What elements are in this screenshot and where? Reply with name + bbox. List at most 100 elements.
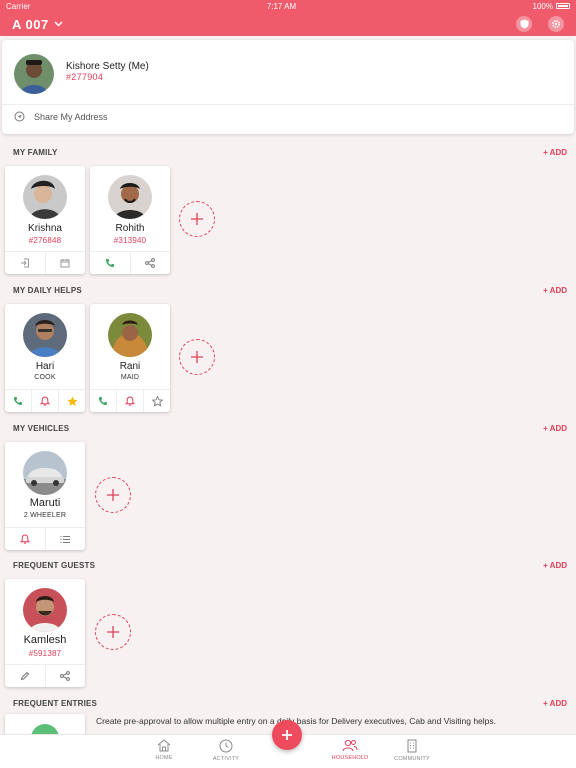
tab-label: COMMUNITY <box>394 756 430 762</box>
call-action[interactable] <box>90 390 116 412</box>
battery-label: 100% <box>532 1 553 11</box>
flat-selector[interactable]: A 007 <box>12 17 63 32</box>
call-action[interactable] <box>5 390 31 412</box>
divider <box>2 104 574 105</box>
family-member-photo <box>108 175 152 219</box>
calendar-action[interactable] <box>44 252 86 274</box>
tab-activity[interactable]: ACTIVITY <box>196 739 256 762</box>
vehicles-section-title: MY VEHICLES <box>13 424 70 433</box>
tab-community[interactable]: COMMUNITY <box>382 739 442 762</box>
navigate-icon <box>14 111 25 122</box>
plus-icon <box>282 730 292 740</box>
tab-label: HOME <box>155 755 173 761</box>
family-member-photo <box>23 175 67 219</box>
family-section-title: MY FAMILY <box>13 148 58 157</box>
bell-icon <box>40 396 50 406</box>
exit-action[interactable] <box>5 252 45 274</box>
daily-help-photo <box>108 313 152 357</box>
add-family-button[interactable]: + ADD <box>543 148 567 157</box>
family-member-card[interactable]: Krishna #276848 <box>5 166 85 274</box>
pencil-icon <box>20 671 29 681</box>
status-bar: Carrier 7:17 AM 100% <box>0 0 576 12</box>
add-daily-help-circle-button[interactable] <box>179 339 215 375</box>
guest-code: #591387 <box>28 649 62 658</box>
profile-card[interactable]: Kishore Setty (Me) #277904 Share My Addr… <box>2 40 574 134</box>
call-action[interactable] <box>90 252 130 274</box>
plus-icon <box>107 626 119 638</box>
phone-icon <box>99 397 107 405</box>
avatar <box>14 54 54 94</box>
bell-icon <box>125 396 135 406</box>
daily-help-photo <box>23 313 67 357</box>
clock-icon <box>219 739 233 753</box>
share-address-button[interactable]: Share My Address <box>14 111 108 122</box>
vehicle-card[interactable]: Maruti 2 WHEELER <box>5 442 85 550</box>
favorite-action[interactable] <box>58 390 85 412</box>
add-vehicle-button[interactable]: + ADD <box>543 424 567 433</box>
notify-action[interactable] <box>31 390 58 412</box>
help-role: COOK <box>34 374 56 381</box>
people-icon <box>342 739 358 752</box>
tab-label: HOUSEHOLD <box>331 755 369 761</box>
vehicle-name: Maruti <box>29 497 61 509</box>
exit-icon <box>20 258 29 268</box>
daily-help-card[interactable]: Rani MAID <box>90 304 170 412</box>
share-icon <box>60 671 71 681</box>
notify-action[interactable] <box>5 528 45 550</box>
share-icon <box>145 258 156 268</box>
star-filled-icon <box>67 396 77 406</box>
star-outline-icon <box>151 395 163 407</box>
add-entry-button[interactable]: + ADD <box>543 699 567 708</box>
time-label: 7:17 AM <box>266 1 297 11</box>
gear-icon <box>551 19 561 29</box>
battery-indicator: 100% <box>533 2 570 11</box>
add-guest-circle-button[interactable] <box>95 614 131 650</box>
favorite-action[interactable] <box>143 390 170 412</box>
vehicle-type: 2 WHEELER <box>23 512 67 519</box>
family-member-card[interactable]: Rohith #313940 <box>90 166 170 274</box>
home-icon <box>157 739 171 752</box>
chevron-down-icon <box>54 21 63 27</box>
building-icon <box>407 739 417 753</box>
member-name: Krishna <box>28 223 62 234</box>
list-icon <box>60 535 70 543</box>
bell-icon <box>19 534 30 544</box>
notify-action[interactable] <box>116 390 143 412</box>
guest-card[interactable]: Kamlesh #591387 <box>5 579 85 687</box>
tab-home[interactable]: HOME <box>134 739 194 761</box>
guest-name: Kamlesh <box>23 634 67 646</box>
guests-section-title: FREQUENT GUESTS <box>13 561 96 570</box>
profile-code: #277904 <box>66 72 104 82</box>
share-action[interactable] <box>129 252 171 274</box>
card-actions <box>5 389 85 412</box>
add-family-member-button[interactable] <box>179 201 215 237</box>
security-alert-button[interactable] <box>516 16 532 32</box>
card-actions <box>5 251 85 274</box>
edit-action[interactable] <box>5 665 45 687</box>
settings-button[interactable] <box>548 16 564 32</box>
plus-icon <box>107 489 119 501</box>
plus-icon <box>191 351 203 363</box>
add-daily-help-button[interactable]: + ADD <box>543 286 567 295</box>
daily-help-card[interactable]: Hari COOK <box>5 304 85 412</box>
daily-helps-section-title: MY DAILY HELPS <box>13 286 82 295</box>
vehicle-photo <box>23 451 67 495</box>
plus-icon <box>191 213 203 225</box>
share-address-label: Share My Address <box>34 111 108 122</box>
battery-icon <box>556 3 570 9</box>
add-guest-button[interactable]: + ADD <box>543 561 567 570</box>
member-code: #276848 <box>28 236 62 245</box>
share-action[interactable] <box>44 665 86 687</box>
shield-icon <box>520 19 528 29</box>
add-vehicle-circle-button[interactable] <box>95 477 131 513</box>
details-action[interactable] <box>44 528 86 550</box>
member-code: #313940 <box>113 236 147 245</box>
entries-section-title: FREQUENT ENTRIES <box>13 699 98 708</box>
card-actions <box>5 664 85 687</box>
phone-icon <box>14 397 22 405</box>
phone-icon <box>105 259 114 267</box>
flat-label: A 007 <box>12 16 49 32</box>
quick-add-button[interactable] <box>272 720 302 750</box>
help-name: Hari <box>35 361 55 372</box>
tab-household[interactable]: HOUSEHOLD <box>320 739 380 761</box>
